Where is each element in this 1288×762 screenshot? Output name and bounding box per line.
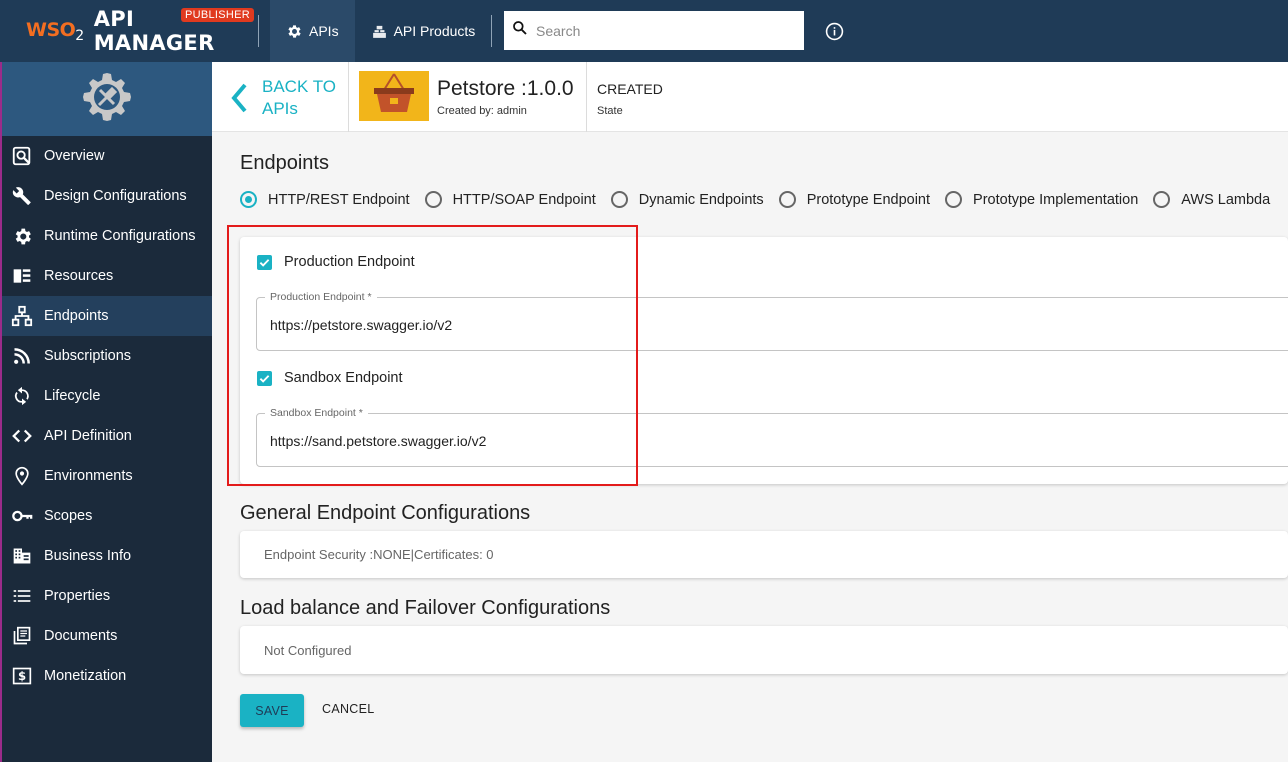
radio-http-soap[interactable]: HTTP/SOAP Endpoint [424,191,596,208]
list-icon [10,584,34,608]
search-box[interactable] [504,11,804,50]
loadbalance-panel[interactable]: Not Configured [240,626,1288,674]
search-input[interactable] [536,22,786,39]
loadbalance-summary: Not Configured [264,643,352,658]
sidebar-menu: Overview Design Configurations Runtime C… [2,136,212,696]
location-pin-icon [10,464,34,488]
radio-http-rest[interactable]: HTTP/REST Endpoint [240,191,410,208]
radio-unchecked-icon [1153,191,1171,208]
endpoints-icon [10,304,34,328]
sidebar-item-monetization[interactable]: $ Monetization [2,656,212,696]
basket-icon [370,72,418,121]
sidebar-item-environments[interactable]: Environments [2,456,212,496]
highlight-box [227,225,638,486]
sidebar-item-runtime-configurations[interactable]: Runtime Configurations [2,216,212,256]
sidebar-header [2,62,212,136]
brand-logo[interactable]: WSO2 API MANAGER PUBLISHER [0,0,258,62]
dollar-icon: $ [10,664,34,688]
loadbalance-title: Load balance and Failover Configurations [240,597,611,619]
cancel-button[interactable]: CANCEL [322,702,375,716]
topbar-divider [258,15,259,47]
radio-unchecked-icon [945,191,963,208]
radio-unchecked-icon [778,191,796,208]
sidebar-item-overview[interactable]: Overview [2,136,212,176]
nav-api-products-label: API Products [393,23,476,39]
general-config-title: General Endpoint Configurations [240,502,531,524]
api-products-icon [371,23,388,40]
sidebar-item-scopes[interactable]: Scopes [2,496,212,536]
sidebar-item-documents[interactable]: Documents [2,616,212,656]
header-divider [348,62,349,132]
header-divider [586,62,587,132]
wso2-logo: WSO2 [26,18,84,44]
sidebar-item-design-configurations[interactable]: Design Configurations [2,176,212,216]
overview-icon [10,144,34,168]
nav-api-products-button[interactable]: API Products [355,0,492,62]
publisher-badge: PUBLISHER [181,8,255,22]
back-to-apis-link[interactable]: BACK TO APIs [230,76,342,120]
sidebar-item-endpoints[interactable]: Endpoints [2,296,212,336]
sidebar-item-business-info[interactable]: Business Info [2,536,212,576]
search-icon [512,20,528,41]
key-icon [10,504,34,528]
nav-apis-label: APIs [309,23,339,39]
api-created-by: Created by: admin [437,105,527,117]
gear-icon [286,23,303,40]
save-button[interactable]: SAVE [240,694,304,727]
settings-tools-icon [79,69,135,130]
api-title: Petstore :1.0.0 [437,77,574,100]
radio-unchecked-icon [424,191,442,208]
general-config-panel[interactable]: Endpoint Security :NONE|Certificates: 0 [240,531,1288,578]
svg-text:$: $ [18,669,26,683]
endpoints-title: Endpoints [240,152,329,174]
radio-unchecked-icon [610,191,628,208]
building-icon [10,544,34,568]
back-to-apis-label: BACK TO APIs [262,77,337,118]
radio-prototype-endpoint[interactable]: Prototype Endpoint [778,191,930,208]
info-icon[interactable] [825,22,844,46]
gear-icon [10,224,34,248]
wrench-icon [10,184,34,208]
rss-icon [10,344,34,368]
api-state-value: CREATED [597,81,663,97]
documents-icon [10,624,34,648]
nav-apis-button[interactable]: APIs [270,0,355,62]
resources-icon [10,264,34,288]
sidebar-item-resources[interactable]: Resources [2,256,212,296]
radio-checked-icon [240,191,257,208]
sidebar-item-properties[interactable]: Properties [2,576,212,616]
code-icon [10,424,34,448]
radio-dynamic-endpoints[interactable]: Dynamic Endpoints [610,191,764,208]
api-thumbnail [359,71,429,121]
sidebar-item-lifecycle[interactable]: Lifecycle [2,376,212,416]
endpoint-type-radio-group: HTTP/REST Endpoint HTTP/SOAP Endpoint Dy… [240,191,1285,208]
radio-aws-lambda[interactable]: AWS Lambda [1153,191,1270,208]
sidebar: Overview Design Configurations Runtime C… [2,62,212,762]
cycle-icon [10,384,34,408]
sidebar-item-api-definition[interactable]: API Definition [2,416,212,456]
sidebar-item-subscriptions[interactable]: Subscriptions [2,336,212,376]
radio-prototype-implementation[interactable]: Prototype Implementation [945,191,1138,208]
api-state-label: State [597,105,623,117]
api-header: BACK TO APIs Petstore :1.0.0 Created by:… [212,62,1288,132]
general-config-summary: Endpoint Security :NONE|Certificates: 0 [264,547,494,562]
chevron-left-icon [230,82,248,119]
topbar-divider [491,15,493,47]
